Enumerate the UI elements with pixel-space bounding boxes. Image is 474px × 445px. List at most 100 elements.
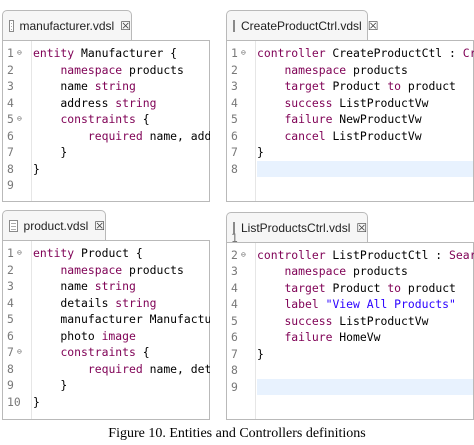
code-text: constraints { [33, 111, 150, 127]
file-icon [9, 19, 14, 32]
keyword-token: required [87, 361, 143, 376]
text-token: products [122, 62, 184, 77]
code-line: 1 ⊖ entity Product { [3, 245, 209, 261]
code-line: 6 failure HomeVw [227, 329, 473, 345]
code-text: namespace products [257, 62, 408, 78]
keyword-token: label [284, 297, 319, 311]
fold-toggle-icon[interactable]: ⊖ [17, 344, 22, 360]
line-number: 2 [7, 62, 14, 77]
code-text: target Product to product [257, 78, 456, 94]
keyword-token: success [284, 95, 333, 110]
tab-manufacturer[interactable]: manufacturer.vdsl ☒ [2, 10, 132, 40]
editor-panel-list-products-ctrl: ListProductsCtrl.vdsl ☒ 1 2 ⊖ controller Li… [226, 212, 474, 420]
code-editor[interactable]: 1⊖controller CreateProductCtl : Create {… [226, 40, 474, 202]
keyword-token: Create [462, 46, 474, 60]
code-text: failure HomeVw [257, 329, 380, 345]
code-text: success ListProductVw [257, 313, 428, 329]
text-token: name [33, 279, 95, 293]
text-token: products [346, 264, 408, 278]
line-number: 2 [7, 262, 14, 277]
code-line: 3 name string [3, 278, 209, 294]
keyword-token: string [94, 79, 136, 93]
line-number: 8 [7, 361, 14, 376]
code-text: details string [33, 295, 156, 311]
fold-toggle-icon[interactable]: ⊖ [241, 247, 246, 263]
file-icon [9, 219, 18, 232]
code-line: 7 } [3, 144, 209, 160]
text-token: } [33, 145, 68, 159]
code-line: 4 address string [3, 95, 209, 111]
code-text: address string [33, 95, 156, 111]
text-token: { [135, 112, 150, 126]
code-line: 8} [3, 161, 209, 177]
text-token: ListProductVw [332, 313, 429, 328]
editor-panel-create-product-ctrl: CreateProductCtrl.vdsl ☒ 1 ⊖ controller Cr… [226, 10, 474, 202]
code-line: 2⊖controller ListProductCtl : Search { [227, 247, 474, 263]
text-token: ListProductVw [325, 128, 422, 143]
text-token: } [257, 346, 264, 361]
keyword-token: success [284, 313, 333, 328]
code-text: success ListProductVw [257, 95, 428, 111]
code-editor[interactable]: 1 ⊖ entity Product {2 namespace products 3 … [2, 240, 210, 420]
keyword-token: string [115, 295, 157, 310]
text-token: } [33, 378, 68, 392]
code-line: 6 cancel ListProductVw [227, 128, 473, 144]
tab-product[interactable]: product.vdsl ☒ [2, 210, 106, 240]
fold-toggle-icon[interactable]: ⊖ [241, 45, 246, 61]
fold-toggle-icon[interactable]: ⊖ [17, 245, 22, 261]
close-tab-icon[interactable]: ☒ [94, 219, 105, 233]
code-text: namespace products [33, 262, 183, 278]
code-line: 5 manufacturer Manufacturer [3, 311, 210, 327]
line-number: 7 [231, 346, 238, 361]
text-token: NewProductVw [332, 112, 422, 126]
text-token: { [135, 345, 150, 359]
code-text: name string [33, 78, 136, 94]
code-line: 3 namespace products [227, 263, 473, 279]
text-token: product [401, 280, 456, 295]
line-number: 6 [231, 330, 238, 344]
code-line: 9 [227, 379, 473, 395]
keyword-token: string [94, 279, 136, 293]
code-text: required name, address [33, 128, 210, 144]
code-line: 1⊖controller CreateProductCtl : Create { [227, 45, 474, 61]
code-line: 2 namespace products [227, 62, 473, 78]
text-token: Product { [74, 246, 143, 260]
code-line: 7} [227, 144, 473, 160]
text-token: products [346, 62, 408, 77]
code-line: 4 target Product to product [227, 280, 473, 296]
text-token: photo [33, 328, 102, 343]
text-token: product [401, 79, 456, 93]
code-line: 1 ⊖ entity Manufacturer { [3, 45, 209, 61]
code-text: namespace products [33, 62, 184, 78]
code-line: 4 details string [3, 295, 209, 311]
fold-toggle-icon[interactable]: ⊖ [17, 45, 22, 61]
line-number: 4 [7, 295, 14, 310]
code-line: 5 success ListProductVw [227, 313, 473, 329]
figure-caption: Figure 10. Entities and Controllers defi… [108, 426, 366, 441]
line-number: 7 [231, 145, 238, 159]
code-editor[interactable]: 1 ⊖ entity Manufacturer {2 namespace produ… [2, 40, 210, 202]
keyword-token: required [87, 128, 143, 143]
text-token: Manufacturer { [74, 46, 178, 60]
editor-panel-manufacturer: manufacturer.vdsl ☒ 1 ⊖ entity Manufacture… [2, 10, 210, 202]
code-text: failure NewProductVw [257, 111, 422, 127]
code-editor[interactable]: 12⊖controller ListProductCtl : Search {3… [226, 231, 474, 420]
line-number: 3 [231, 264, 238, 278]
code-text: } [33, 161, 40, 177]
code-text: } [33, 144, 67, 160]
fold-toggle-icon[interactable]: ⊖ [17, 111, 22, 127]
line-number: 4 [231, 280, 238, 295]
close-tab-icon[interactable]: ☒ [120, 19, 131, 33]
tab-create-product-ctrl[interactable]: CreateProductCtrl.vdsl ☒ [226, 10, 378, 40]
line-number: 10 [7, 394, 21, 409]
close-tab-icon[interactable]: ☒ [368, 19, 379, 33]
text-token: } [257, 145, 264, 159]
code-text: } [33, 377, 67, 393]
keyword-token: namespace [60, 62, 123, 77]
line-number: 8 [7, 161, 14, 176]
line-number: 9 [7, 378, 14, 392]
